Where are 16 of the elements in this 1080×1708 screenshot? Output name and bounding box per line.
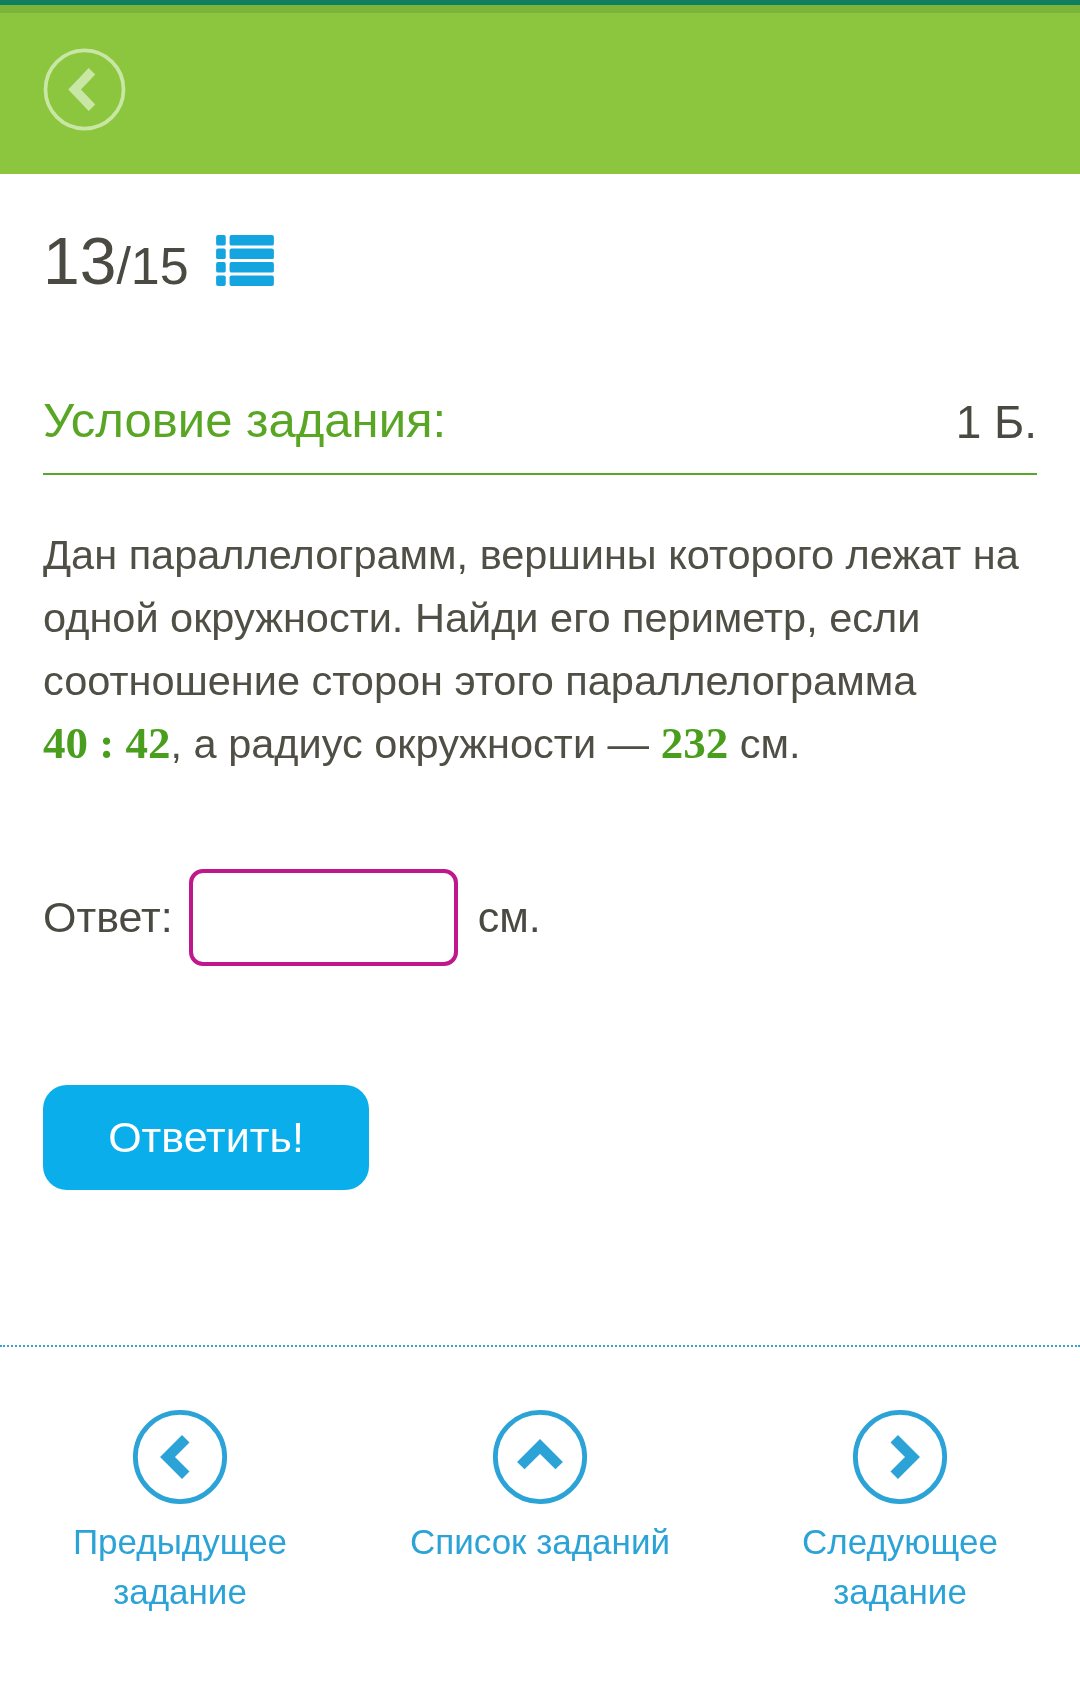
answer-input[interactable]: [188, 869, 458, 966]
nav-link[interactable]: Предыдущее задание: [30, 1409, 330, 1617]
task-text: Дан параллелограмм, вершины которого лежат на одной окружности. Найди его периметр, если соотношение сторон этого параллелограмма 40 : 42, а радиус окружности — 232 см.: [43, 530, 1020, 770]
answer-label: Ответ:: [43, 892, 173, 944]
unit-label: см.: [477, 892, 541, 944]
chevron-left-circle-icon[interactable]: [132, 1409, 228, 1505]
section-title: Условие задания:: [43, 396, 447, 445]
chevron-up-circle-icon[interactable]: [492, 1409, 588, 1505]
points-label: 1 Б.: [955, 399, 1037, 445]
nav-link[interactable]: Следующее задание: [750, 1409, 1050, 1617]
submit-button[interactable]: Ответить!: [43, 1085, 369, 1190]
nav-link[interactable]: Список заданий: [410, 1409, 670, 1617]
list-icon[interactable]: [215, 235, 274, 287]
back-icon[interactable]: [43, 48, 126, 131]
chevron-right-circle-icon[interactable]: [852, 1409, 948, 1505]
task-counter: 13/15: [43, 228, 189, 294]
